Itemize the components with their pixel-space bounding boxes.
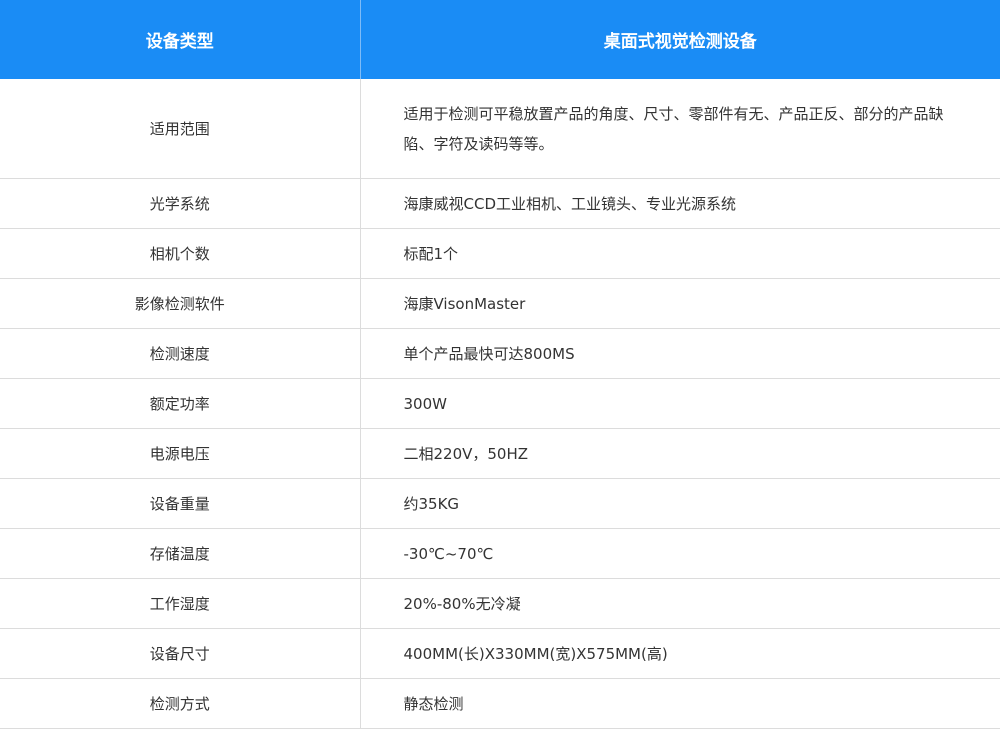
row-label: 光学系统 [0, 178, 361, 229]
table-row: 检测速度 单个产品最快可达800MS [0, 328, 1000, 379]
table-row: 电源电压 二相220V，50HZ [0, 428, 1000, 479]
table-row: 工作湿度 20%-80%无冷凝 [0, 578, 1000, 629]
row-value: 20%-80%无冷凝 [360, 578, 1000, 629]
table-row: 光学系统 海康威视CCD工业相机、工业镜头、专业光源系统 [0, 178, 1000, 229]
row-label: 额定功率 [0, 378, 361, 429]
row-label: 影像检测软件 [0, 278, 361, 329]
table-row: 检测方式 静态检测 [0, 678, 1000, 729]
table-row: 额定功率 300W [0, 378, 1000, 429]
row-value: 海康威视CCD工业相机、工业镜头、专业光源系统 [360, 178, 1000, 229]
row-label: 设备尺寸 [0, 628, 361, 679]
row-label: 适用范围 [0, 79, 361, 179]
row-value: 二相220V，50HZ [360, 428, 1000, 479]
row-value: 400MM(长)X330MM(宽)X575MM(高) [360, 628, 1000, 679]
table-row: 存储温度 -30℃~70℃ [0, 528, 1000, 579]
row-label: 存储温度 [0, 528, 361, 579]
header-device-type-label: 设备类型 [0, 0, 361, 79]
row-label: 工作湿度 [0, 578, 361, 629]
row-value: 约35KG [360, 478, 1000, 529]
table-row: 设备重量 约35KG [0, 478, 1000, 529]
spec-table: 设备类型 桌面式视觉检测设备 适用范围 适用于检测可平稳放置产品的角度、尺寸、零… [0, 0, 1000, 729]
table-header-row: 设备类型 桌面式视觉检测设备 [0, 0, 1000, 79]
row-value: -30℃~70℃ [360, 528, 1000, 579]
row-value: 单个产品最快可达800MS [360, 328, 1000, 379]
row-value: 标配1个 [360, 228, 1000, 279]
row-label: 相机个数 [0, 228, 361, 279]
row-label: 检测方式 [0, 678, 361, 729]
header-device-type-value: 桌面式视觉检测设备 [360, 0, 1000, 79]
row-value: 300W [360, 378, 1000, 429]
row-label: 设备重量 [0, 478, 361, 529]
row-label: 电源电压 [0, 428, 361, 479]
table-row: 适用范围 适用于检测可平稳放置产品的角度、尺寸、零部件有无、产品正反、部分的产品… [0, 79, 1000, 179]
row-value: 静态检测 [360, 678, 1000, 729]
row-value: 适用于检测可平稳放置产品的角度、尺寸、零部件有无、产品正反、部分的产品缺陷、字符… [360, 79, 1000, 179]
table-row: 设备尺寸 400MM(长)X330MM(宽)X575MM(高) [0, 628, 1000, 679]
table-row: 影像检测软件 海康VisonMaster [0, 278, 1000, 329]
row-value: 海康VisonMaster [360, 278, 1000, 329]
table-row: 相机个数 标配1个 [0, 228, 1000, 279]
row-label: 检测速度 [0, 328, 361, 379]
